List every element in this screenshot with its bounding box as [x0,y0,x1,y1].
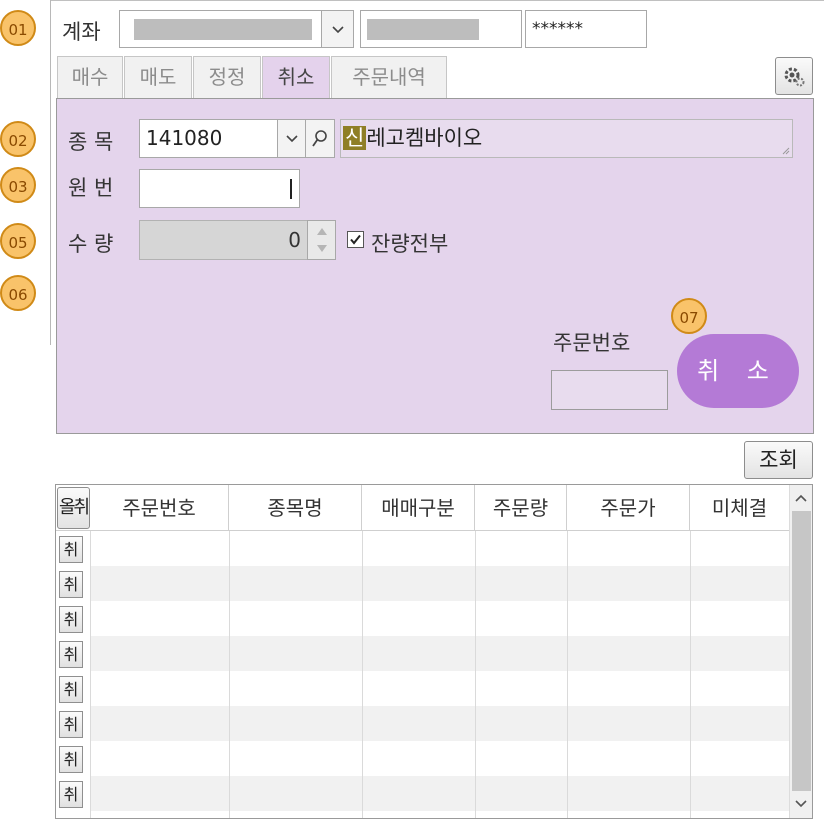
scroll-up-icon[interactable] [794,493,808,503]
table-row[interactable] [90,601,789,636]
table-row[interactable] [90,706,789,741]
table-row[interactable] [90,566,789,601]
chevron-down-icon [285,135,298,143]
chevron-down-icon [331,26,344,34]
column-divider [229,531,230,818]
gear-icon [784,67,805,87]
column-order-price[interactable]: 주문가 [567,485,690,531]
quantity-spinner[interactable] [307,220,336,260]
settings-button[interactable] [775,57,813,95]
scroll-down-icon[interactable] [794,799,808,809]
table-scrollbar[interactable] [789,485,812,818]
remaining-all-checkbox[interactable] [347,231,364,248]
marker-03: 03 [0,167,36,203]
account-label: 계좌 [62,20,101,44]
spinner-arrows-icon [316,228,327,252]
tab-order-history[interactable]: 주문내역 [331,56,447,98]
marker-07: 07 [671,298,707,334]
password-field[interactable]: ****** [525,10,647,48]
table-row[interactable] [90,531,789,566]
stock-code-dropdown-button[interactable] [277,119,306,158]
account-name-redacted [367,19,479,40]
query-button[interactable]: 조회 [744,441,813,479]
open-orders-table: 올취 주문번호 종목명 매매구분 주문량 주문가 미체결 취 취 취 취 취 취… [55,484,813,819]
text-cursor [290,179,292,199]
stock-label: 종 목 [68,130,114,154]
tab-cancel[interactable]: 취소 [262,56,330,98]
row-cancel-button[interactable]: 취 [59,606,83,633]
order-number-field[interactable] [551,370,668,410]
stock-name-highlight: 신 [343,126,367,150]
stock-search-button[interactable] [305,119,335,158]
row-cancel-button[interactable]: 취 [59,711,83,738]
row-cancel-button[interactable]: 취 [59,571,83,598]
table-row[interactable] [90,776,789,811]
row-cancel-button[interactable]: 취 [59,641,83,668]
table-row[interactable] [90,741,789,776]
marker-06: 06 [0,275,36,311]
original-order-input[interactable] [139,169,300,208]
quantity-input[interactable]: 0 [139,220,308,260]
cancel-order-button[interactable]: 취 소 [677,334,799,408]
column-divider [362,531,363,818]
resize-grip-icon [782,147,790,155]
row-cancel-button[interactable]: 취 [59,536,83,563]
row-cancel-button[interactable]: 취 [59,676,83,703]
marker-05: 05 [0,223,36,259]
tab-buy[interactable]: 매수 [57,56,123,98]
window-left-border [50,0,51,345]
column-divider [567,531,568,818]
table-row[interactable] [90,636,789,671]
search-icon [312,130,327,147]
tab-sell[interactable]: 매도 [124,56,192,98]
stock-name-display: 신레고켐바이오 [340,119,793,158]
window-top-border [50,0,824,1]
scrollbar-thumb[interactable] [792,511,811,791]
column-divider [690,531,691,818]
remaining-all-label: 잔량전부 [371,232,449,256]
account-name-field [360,10,522,48]
column-divider [90,531,91,818]
cancel-all-button[interactable]: 올취 [57,487,90,529]
column-unfilled[interactable]: 미체결 [690,485,789,531]
column-trade-type[interactable]: 매매구분 [362,485,475,531]
account-number-redacted [134,19,312,40]
row-cancel-button[interactable]: 취 [59,781,83,808]
tab-modify[interactable]: 정정 [193,56,261,98]
column-order-qty[interactable]: 주문량 [475,485,567,531]
marker-01: 01 [0,10,36,46]
account-dropdown-button[interactable] [321,10,354,48]
column-divider [475,531,476,818]
order-number-label: 주문번호 [553,331,631,355]
marker-02: 02 [0,121,36,157]
checkmark-icon [350,234,361,245]
original-order-label: 원 번 [68,176,114,200]
stock-code-input[interactable]: 141080 [139,119,278,158]
column-order-number[interactable]: 주문번호 [90,485,229,531]
row-cancel-button[interactable]: 취 [59,746,83,773]
column-stock-name[interactable]: 종목명 [229,485,362,531]
stock-name-text: 레고켐바이오 [366,126,483,150]
account-select[interactable] [119,10,322,48]
quantity-label: 수 량 [68,232,114,256]
table-row[interactable] [90,671,789,706]
